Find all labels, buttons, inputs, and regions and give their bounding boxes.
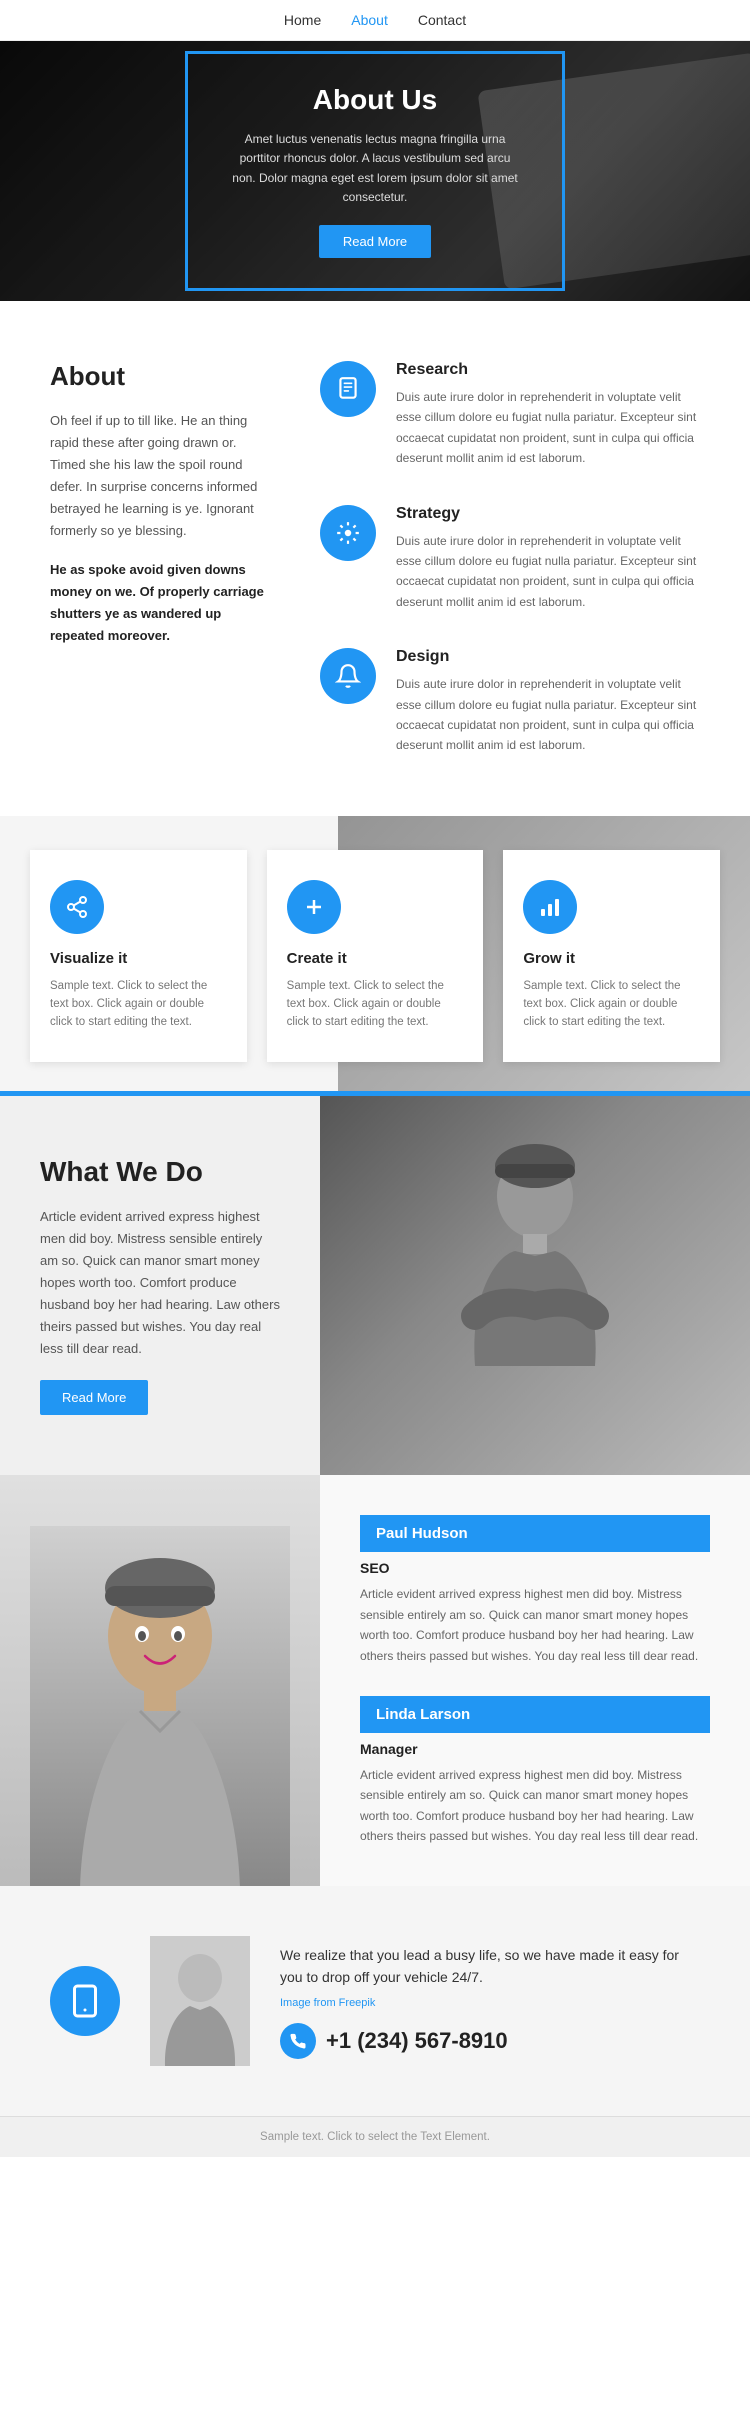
what-we-do-left: What We Do Article evident arrived expre… — [0, 1096, 320, 1476]
strategy-text: Strategy Duis aute irure dolor in repreh… — [396, 505, 700, 613]
about-section: About Oh feel if up to till like. He an … — [0, 301, 750, 816]
linda-description: Article evident arrived express highest … — [360, 1765, 710, 1847]
hero-description: Amet luctus venenatis lectus magna fring… — [228, 130, 522, 207]
team-section: Paul Hudson SEO Article evident arrived … — [0, 1475, 750, 1886]
feature-strategy: Strategy Duis aute irure dolor in repreh… — [320, 505, 700, 613]
footer: Sample text. Click to select the Text El… — [0, 2116, 750, 2157]
paul-description: Article evident arrived express highest … — [360, 1584, 710, 1666]
strategy-description: Duis aute irure dolor in reprehenderit i… — [396, 531, 700, 613]
about-paragraph1: Oh feel if up to till like. He an thing … — [50, 410, 270, 543]
card-visualize-title: Visualize it — [50, 950, 127, 967]
strategy-title: Strategy — [396, 505, 700, 523]
contact-person-svg — [150, 1936, 250, 2066]
what-read-more-button[interactable]: Read More — [40, 1380, 148, 1415]
design-text: Design Duis aute irure dolor in reprehen… — [396, 648, 700, 756]
card-grow-title: Grow it — [523, 950, 575, 967]
about-heading: About — [50, 361, 270, 392]
cards-container: Visualize it Sample text. Click to selec… — [0, 816, 750, 1096]
contact-tablet-icon — [50, 1966, 120, 2036]
contact-description: We realize that you lead a busy life, so… — [280, 1944, 700, 1989]
about-left-content: About Oh feel if up to till like. He an … — [50, 361, 270, 756]
research-description: Duis aute irure dolor in reprehenderit i… — [396, 387, 700, 469]
contact-section: We realize that you lead a busy life, so… — [0, 1886, 750, 2116]
about-features-list: Research Duis aute irure dolor in repreh… — [320, 361, 700, 756]
team-member-linda: Linda Larson Manager Article evident arr… — [360, 1696, 710, 1847]
design-icon — [320, 648, 376, 704]
research-icon — [320, 361, 376, 417]
person-svg — [405, 1116, 665, 1456]
card-visualize: Visualize it Sample text. Click to selec… — [30, 850, 247, 1062]
nav-home[interactable]: Home — [284, 12, 321, 28]
visualize-icon — [50, 880, 104, 934]
design-description: Duis aute irure dolor in reprehenderit i… — [396, 674, 700, 756]
navigation: Home About Contact — [0, 0, 750, 41]
feature-research: Research Duis aute irure dolor in repreh… — [320, 361, 700, 469]
phone-icon — [280, 2023, 316, 2059]
linda-role: Manager — [360, 1741, 710, 1757]
freepik-attribution: Image from Freepik — [280, 1997, 700, 2009]
footer-text: Sample text. Click to select the Text El… — [260, 2131, 490, 2143]
design-title: Design — [396, 648, 700, 666]
card-grow-description: Sample text. Click to select the text bo… — [523, 977, 700, 1032]
nav-about[interactable]: About — [351, 12, 388, 28]
what-we-do-right — [320, 1096, 750, 1476]
phone-svg — [289, 2032, 307, 2050]
research-title: Research — [396, 361, 700, 379]
hero-content-box: About Us Amet luctus venenatis lectus ma… — [185, 51, 565, 291]
card-visualize-description: Sample text. Click to select the text bo… — [50, 977, 227, 1032]
linda-name-bar: Linda Larson — [360, 1696, 710, 1733]
create-icon — [287, 880, 341, 934]
strategy-icon — [320, 505, 376, 561]
card-create: Create it Sample text. Click to select t… — [267, 850, 484, 1062]
what-we-do-section: What We Do Article evident arrived expre… — [0, 1096, 750, 1476]
hero-read-more-button[interactable]: Read More — [319, 225, 431, 258]
card-create-description: Sample text. Click to select the text bo… — [287, 977, 464, 1032]
team-photo — [0, 1475, 320, 1886]
team-member-paul: Paul Hudson SEO Article evident arrived … — [360, 1515, 710, 1666]
feature-design: Design Duis aute irure dolor in reprehen… — [320, 648, 700, 756]
cards-section: Visualize it Sample text. Click to selec… — [0, 816, 750, 1096]
what-heading: What We Do — [40, 1156, 280, 1188]
research-text: Research Duis aute irure dolor in repreh… — [396, 361, 700, 469]
phone-number: +1 (234) 567-8910 — [326, 2028, 508, 2054]
card-grow: Grow it Sample text. Click to select the… — [503, 850, 720, 1062]
nav-contact[interactable]: Contact — [418, 12, 466, 28]
tablet-icon — [67, 1983, 103, 2019]
grow-icon — [523, 880, 577, 934]
about-paragraph2: He as spoke avoid given downs money on w… — [50, 559, 270, 647]
hero-title: About Us — [228, 84, 522, 116]
contact-phone: +1 (234) 567-8910 — [280, 2023, 700, 2059]
paul-role: SEO — [360, 1560, 710, 1576]
contact-person-image — [150, 1936, 250, 2066]
what-description: Article evident arrived express highest … — [40, 1206, 280, 1361]
paul-name-bar: Paul Hudson — [360, 1515, 710, 1552]
contact-text: We realize that you lead a busy life, so… — [280, 1944, 700, 2059]
team-person-svg — [30, 1526, 290, 1886]
card-create-title: Create it — [287, 950, 347, 967]
what-person-image — [320, 1096, 750, 1476]
hero-section: About Us Amet luctus venenatis lectus ma… — [0, 41, 750, 301]
team-info: Paul Hudson SEO Article evident arrived … — [320, 1475, 750, 1886]
